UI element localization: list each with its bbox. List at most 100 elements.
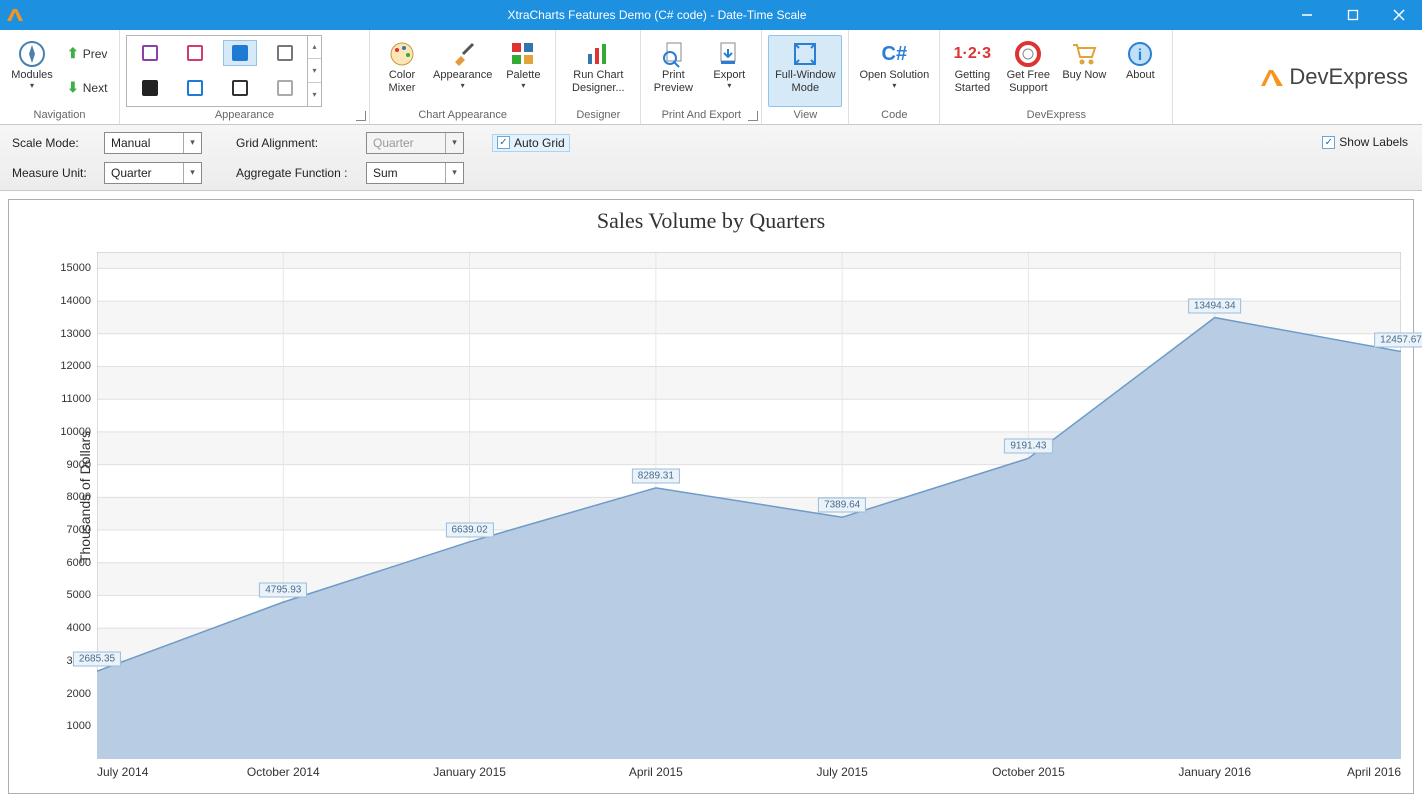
show-labels-label: Show Labels (1339, 135, 1408, 149)
info-icon: i (1123, 39, 1157, 69)
gallery-scroller[interactable]: ▴ ▾ ▾ (308, 35, 322, 107)
dialog-launcher-icon[interactable] (748, 111, 758, 121)
print-preview-button[interactable]: Print Preview (647, 35, 699, 107)
skin-item[interactable] (268, 40, 302, 66)
ribbon-group-view: Full-Window Mode View (762, 30, 849, 124)
next-label: Next (83, 81, 108, 95)
measure-unit-combo[interactable]: ▾ (104, 162, 202, 184)
ribbon-group-chart-appearance: Color Mixer Appearance ▾ Palette ▾ Chart… (370, 30, 556, 124)
skin-item[interactable] (133, 75, 167, 101)
checkbox-icon: ✓ (497, 136, 510, 149)
y-tick-label: 7000 (67, 524, 91, 536)
color-mixer-label: Color Mixer (389, 69, 416, 95)
skin-item[interactable] (223, 75, 257, 101)
maximize-button[interactable] (1330, 0, 1376, 30)
next-button[interactable]: ⬇Next (62, 72, 112, 104)
ribbon: Modules ▾ ⬆Prev ⬇Next Navigation (0, 30, 1422, 125)
chevron-down-icon: ▾ (892, 82, 896, 90)
x-tick-label: October 2015 (992, 765, 1065, 779)
plot-area: 2685.354795.936639.028289.317389.649191.… (97, 252, 1401, 759)
compass-icon (15, 39, 49, 69)
grid-alignment-label: Grid Alignment: (236, 136, 356, 150)
window-controls (1284, 0, 1422, 30)
print-preview-label: Print Preview (654, 69, 693, 95)
chevron-up-icon[interactable]: ▴ (308, 36, 321, 60)
appearance-btn-label: Appearance (433, 69, 492, 82)
about-button[interactable]: i About (1114, 35, 1166, 107)
data-point-label: 7389.64 (818, 498, 866, 513)
brush-icon (446, 39, 480, 69)
auto-grid-checkbox[interactable]: ✓ Auto Grid (492, 134, 570, 152)
skin-item[interactable] (178, 40, 212, 66)
palette-btn-label: Palette (506, 69, 540, 82)
modules-label: Modules (11, 69, 53, 82)
y-tick-label: 10000 (60, 426, 91, 438)
palette-button[interactable]: Palette ▾ (497, 35, 549, 107)
chevron-down-icon[interactable]: ▾ (445, 163, 463, 183)
prev-button[interactable]: ⬆Prev (62, 38, 112, 70)
full-window-mode-button[interactable]: Full-Window Mode (768, 35, 842, 107)
checkbox-icon: ✓ (1322, 136, 1335, 149)
aggregate-value[interactable] (367, 163, 445, 183)
brand-logo: DevExpress (1261, 30, 1422, 124)
close-button[interactable] (1376, 0, 1422, 30)
scale-mode-combo[interactable]: ▾ (104, 132, 202, 154)
group-label: Print And Export (641, 107, 761, 124)
y-tick-label: 9000 (67, 459, 91, 471)
minimize-button[interactable] (1284, 0, 1330, 30)
support-button[interactable]: Get Free Support (1002, 35, 1054, 107)
color-mixer-button[interactable]: Color Mixer (376, 35, 428, 107)
run-designer-label: Run Chart Designer... (572, 69, 625, 95)
y-tick-label: 4000 (67, 622, 91, 634)
open-solution-button[interactable]: C# Open Solution ▾ (855, 35, 933, 107)
skin-item[interactable] (133, 40, 167, 66)
appearance-button[interactable]: Appearance ▾ (432, 35, 493, 107)
y-tick-label: 1000 (67, 720, 91, 732)
chevron-down-icon: ▾ (521, 82, 525, 90)
x-tick-label: July 2014 (97, 765, 148, 779)
dialog-launcher-icon[interactable] (356, 111, 366, 121)
chevron-down-icon[interactable]: ▾ (183, 133, 201, 153)
skin-item[interactable] (178, 75, 212, 101)
app-icon (0, 0, 30, 30)
ribbon-group-print-export: Print Preview Export ▾ Print And Export (641, 30, 762, 124)
modules-button[interactable]: Modules ▾ (6, 35, 58, 107)
brand-text: DevExpress (1289, 64, 1408, 90)
skin-item[interactable] (268, 75, 302, 101)
show-labels-checkbox[interactable]: ✓ Show Labels (1322, 135, 1408, 149)
window-title: XtraCharts Features Demo (C# code) - Dat… (30, 8, 1284, 22)
magnifier-page-icon (656, 39, 690, 69)
x-tick-label: January 2015 (433, 765, 506, 779)
skin-item-selected[interactable] (223, 40, 257, 66)
export-button[interactable]: Export ▾ (703, 35, 755, 107)
data-point-label: 9191.43 (1004, 439, 1052, 454)
chevron-down-icon[interactable]: ▾ (308, 59, 321, 83)
aggregate-combo[interactable]: ▾ (366, 162, 464, 184)
scale-mode-label: Scale Mode: (12, 136, 94, 150)
x-tick-label: April 2015 (629, 765, 683, 779)
options-bar: Scale Mode: ▾ Grid Alignment: ▾ ✓ Auto G… (0, 125, 1422, 191)
buy-now-button[interactable]: Buy Now (1058, 35, 1110, 107)
grid-alignment-value (367, 133, 445, 153)
lifebuoy-icon (1011, 39, 1045, 69)
group-label: Chart Appearance (370, 107, 555, 124)
y-tick-label: 15000 (60, 262, 91, 274)
skin-gallery[interactable] (126, 35, 308, 107)
chevron-down-icon[interactable]: ▾ (183, 163, 201, 183)
chevron-down-icon: ▾ (461, 82, 465, 90)
measure-unit-value[interactable] (105, 163, 183, 183)
csharp-icon: C# (877, 39, 911, 69)
chart-panel: Sales Volume by Quarters Thousands of Do… (8, 199, 1414, 794)
data-point-label: 12457.67 (1374, 332, 1422, 347)
scale-mode-value[interactable] (105, 133, 183, 153)
group-label: Navigation (0, 107, 119, 124)
data-point-label: 4795.93 (259, 583, 307, 598)
getting-started-button[interactable]: 1·2·3 Getting Started (946, 35, 998, 107)
expand-gallery-icon[interactable]: ▾ (308, 83, 321, 106)
run-chart-designer-button[interactable]: Run Chart Designer... (562, 35, 634, 107)
arrow-up-icon: ⬆ (67, 45, 79, 62)
ribbon-group-designer: Run Chart Designer... Designer (556, 30, 641, 124)
swatches-icon (506, 39, 540, 69)
devexpress-mark-icon (1261, 66, 1283, 88)
data-point-label: 2685.35 (73, 652, 121, 667)
